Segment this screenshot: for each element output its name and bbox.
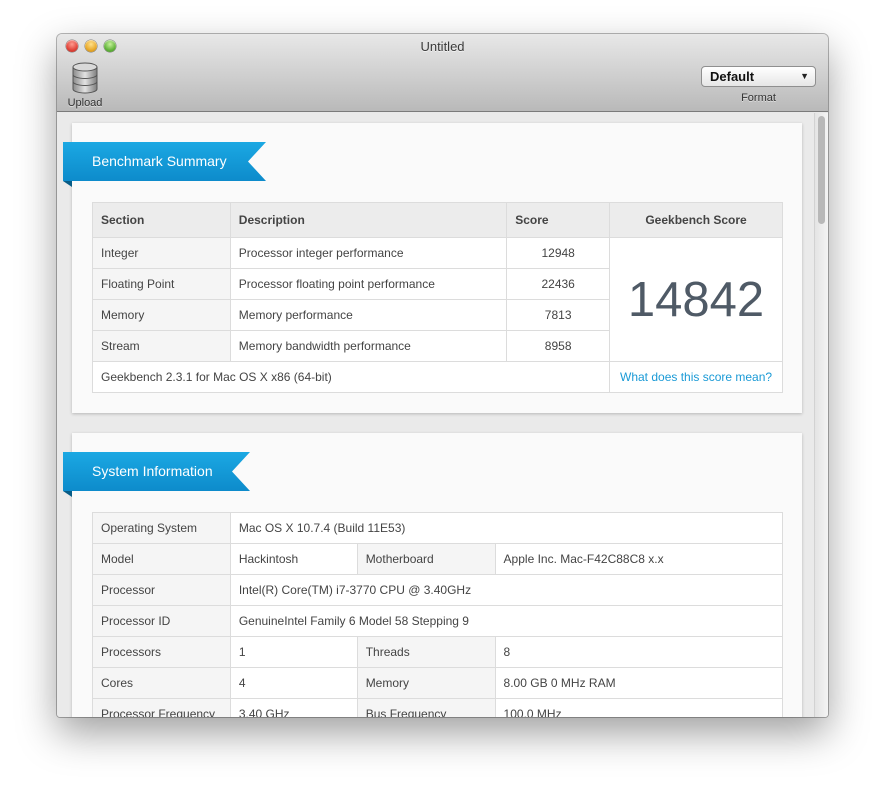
memory-value: 8.00 GB 0 MHz RAM [494, 667, 784, 699]
row-section: Integer [92, 237, 231, 269]
row-description: Processor integer performance [229, 237, 508, 269]
app-window: Untitled Upload Default ▼ Format Benchma… [57, 34, 828, 717]
scrollbar-thumb[interactable] [818, 116, 825, 224]
processor-frequency-value: 3.40 GHz [229, 698, 358, 717]
upload-label: Upload [67, 97, 103, 109]
table-row: Processor ID GenuineIntel Family 6 Model… [92, 605, 784, 637]
model-label: Model [92, 543, 231, 575]
processor-frequency-label: Processor Frequency [92, 698, 231, 717]
threads-label: Threads [356, 636, 496, 668]
row-description: Memory bandwidth performance [229, 330, 508, 362]
format-label: Format [741, 92, 776, 104]
processor-value: Intel(R) Core(TM) i7-3770 CPU @ 3.40GHz [229, 574, 784, 606]
processor-label: Processor [92, 574, 231, 606]
cores-value: 4 [229, 667, 358, 699]
column-header-description: Description [229, 202, 508, 238]
system-information-card: System Information Operating System Mac … [63, 433, 802, 717]
ribbon-fold [63, 181, 72, 187]
table-row: Integer Processor integer performance 12… [92, 237, 783, 362]
table-footer-row: Geekbench 2.3.1 for Mac OS X x86 (64-bit… [91, 361, 783, 393]
row-score: 12948 [506, 237, 611, 269]
score-info-link[interactable]: What does this score mean? [609, 361, 783, 393]
table-header-row: Section Description Score Geekbench Scor… [92, 202, 783, 238]
database-icon [72, 62, 98, 94]
row-section: Stream [92, 330, 231, 362]
model-value: Hackintosh [229, 543, 358, 575]
geekbench-score-value: 14842 [609, 237, 783, 362]
row-score: 7813 [506, 299, 611, 331]
ribbon-fold [63, 491, 72, 497]
row-score: 22436 [506, 268, 611, 300]
format-control: Default ▼ Format [701, 66, 816, 104]
table-row: Model Hackintosh Motherboard Apple Inc. … [92, 543, 784, 575]
motherboard-label: Motherboard [356, 543, 496, 575]
memory-label: Memory [356, 667, 496, 699]
processor-id-label: Processor ID [92, 605, 231, 637]
version-text: Geekbench 2.3.1 for Mac OS X x86 (64-bit… [91, 361, 611, 393]
vertical-scrollbar[interactable] [814, 113, 828, 717]
row-section: Floating Point [92, 268, 231, 300]
format-select-value: Default [710, 69, 755, 84]
window-title: Untitled [420, 39, 465, 54]
system-information-heading: System Information [63, 452, 250, 491]
bus-frequency-value: 100.0 MHz [494, 698, 784, 717]
chevron-down-icon: ▼ [800, 71, 809, 81]
processor-id-value: GenuineIntel Family 6 Model 58 Stepping … [229, 605, 784, 637]
content-area[interactable]: Benchmark Summary Section Description Sc… [57, 113, 828, 717]
upload-button[interactable]: Upload [65, 62, 105, 109]
processors-label: Processors [92, 636, 231, 668]
column-header-section: Section [92, 202, 231, 238]
row-score: 8958 [506, 330, 611, 362]
format-select[interactable]: Default ▼ [701, 66, 816, 87]
table-row: Operating System Mac OS X 10.7.4 (Build … [92, 512, 784, 544]
benchmark-summary-card: Benchmark Summary Section Description Sc… [63, 123, 802, 413]
threads-value: 8 [494, 636, 784, 668]
os-value: Mac OS X 10.7.4 (Build 11E53) [229, 512, 784, 544]
benchmark-summary-heading: Benchmark Summary [63, 142, 266, 181]
processors-value: 1 [229, 636, 358, 668]
table-row: Processor Intel(R) Core(TM) i7-3770 CPU … [92, 574, 784, 606]
benchmark-table: Section Description Score Geekbench Scor… [91, 202, 783, 393]
os-label: Operating System [92, 512, 231, 544]
system-info-table: Operating System Mac OS X 10.7.4 (Build … [92, 512, 784, 717]
row-description: Memory performance [229, 299, 508, 331]
titlebar: Untitled Upload Default ▼ Format [57, 34, 828, 112]
cores-label: Cores [92, 667, 231, 699]
column-header-geekbench-score: Geekbench Score [609, 202, 783, 238]
table-row: Processor Frequency 3.40 GHz Bus Frequen… [92, 698, 784, 717]
column-header-score: Score [506, 202, 611, 238]
table-row: Cores 4 Memory 8.00 GB 0 MHz RAM [92, 667, 784, 699]
motherboard-value: Apple Inc. Mac-F42C88C8 x.x [494, 543, 784, 575]
bus-frequency-label: Bus Frequency [356, 698, 496, 717]
table-row: Processors 1 Threads 8 [92, 636, 784, 668]
row-section: Memory [92, 299, 231, 331]
row-description: Processor floating point performance [229, 268, 508, 300]
